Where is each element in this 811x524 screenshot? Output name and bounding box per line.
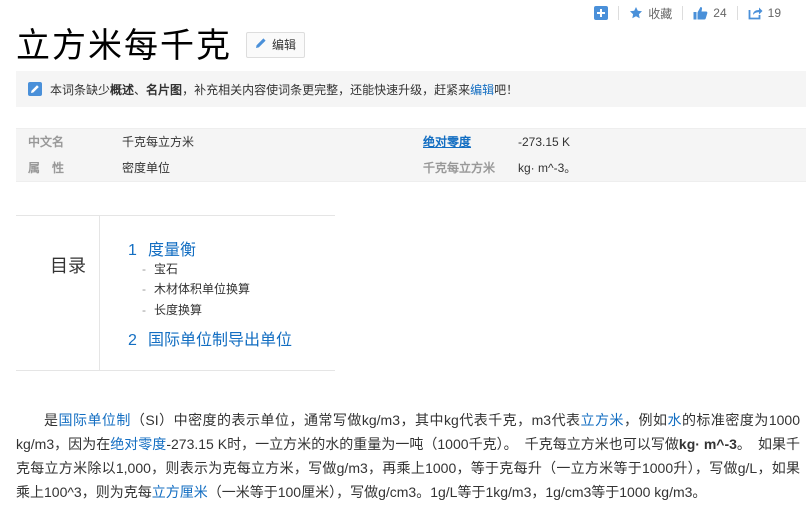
info-key: 属 性 <box>28 161 65 175</box>
toc-subsection[interactable]: - 长度换算 <box>142 301 202 318</box>
top-action-bar: 收藏 24 19 <box>594 4 781 22</box>
intro-paragraph: 是国际单位制（SI）中密度的表示单位，通常写做kg/m3，其中kg代表千克，m3… <box>16 408 800 504</box>
edit-button[interactable]: 编辑 <box>246 31 306 58</box>
toc-subsection-label: 宝石 <box>154 262 179 276</box>
toc-section-number: 2 <box>128 332 137 349</box>
favorite-label: 收藏 <box>648 6 673 21</box>
add-button[interactable] <box>594 6 609 20</box>
notice-prefix: 本词条缺少 <box>50 82 111 97</box>
notice-missing-item: 概述 <box>110 82 135 97</box>
info-value: kg· m^-3。 <box>518 161 577 175</box>
info-key: 千克每立方米 <box>423 161 496 175</box>
incomplete-entry-notice: 本词条缺少 概述、名片图 ，补充相关内容使词条更完整，还能快速升级，赶紧来 编辑 吧！ <box>16 71 806 107</box>
divider <box>736 6 738 20</box>
notice-suffix: 吧！ <box>494 82 519 97</box>
link-water[interactable]: 水 <box>667 412 681 428</box>
toc-section-number: 1 <box>128 242 137 259</box>
info-key: 中文名 <box>28 135 65 149</box>
divider <box>618 6 620 20</box>
notice-edit-link[interactable]: 编辑 <box>470 81 494 98</box>
toc-subsection[interactable]: - 木材体积单位换算 <box>142 280 250 297</box>
text-segment: 是 <box>44 412 59 428</box>
unit-symbol: kg· m^-3 <box>678 436 737 452</box>
text-segment: （SI）中密度的表示单位，通常写做kg/m3，其中kg代表千克，m3代表 <box>130 412 581 428</box>
link-si[interactable]: 国际单位制 <box>58 412 130 428</box>
share-button[interactable]: 19 <box>748 6 781 20</box>
toc-dash: - <box>142 262 146 276</box>
like-count: 24 <box>713 6 727 20</box>
toc-subsection-label: 长度换算 <box>154 303 203 317</box>
toc-subsection-label: 木材体积单位换算 <box>154 282 251 296</box>
edit-button-label: 编辑 <box>272 38 297 52</box>
link-cubic-centimeter[interactable]: 立方厘米 <box>152 484 208 500</box>
pencil-icon <box>255 37 267 52</box>
link-cubic-meter[interactable]: 立方米 <box>581 412 624 428</box>
toc-subsection[interactable]: - 宝石 <box>142 260 178 277</box>
info-key-link[interactable]: 绝对零度 <box>423 129 471 155</box>
share-count: 19 <box>767 6 781 20</box>
thumbs-up-icon <box>693 6 708 20</box>
toc-title: 目录 <box>50 256 86 276</box>
like-button[interactable]: 24 <box>693 6 727 20</box>
favorite-button[interactable]: 收藏 <box>629 5 672 22</box>
notice-middle: ，补充相关内容使词条更完整，还能快速升级，赶紧来 <box>182 82 471 97</box>
text-segment: -273.15 K时，一立方米的水的重量为一吨（1000千克）。 千克每立方米也… <box>166 436 679 452</box>
edit-note-icon <box>28 82 42 96</box>
page-title: 立方米每千克 <box>16 26 232 66</box>
info-value: -273.15 K <box>518 135 571 149</box>
toc-section-1[interactable]: 1 度量衡 <box>128 236 196 260</box>
toc-dash: - <box>142 303 146 317</box>
table-of-contents: 目录 1 度量衡 - 宝石 - 木材体积单位换算 - 长度换算 2 国际单位制导出单位 <box>16 215 335 371</box>
toc-section-label: 国际单位制导出单位 <box>148 332 293 349</box>
toc-title-column: 目录 <box>16 216 100 370</box>
notice-separator: 、 <box>134 82 147 97</box>
plus-icon <box>594 6 609 20</box>
toc-section-label: 度量衡 <box>148 242 197 259</box>
page: 收藏 24 19 立方米每千克 编辑 本词条缺少 概述 、 名片图 ，补充相关内… <box>0 0 811 524</box>
title-row: 立方米每千克 编辑 <box>16 18 306 67</box>
info-value: 密度单位 <box>122 161 171 175</box>
text-segment: （一米等于100厘米），写做g/cm3。1g/L等于1kg/m3，1g/cm3等… <box>207 484 707 500</box>
divider <box>682 6 684 20</box>
notice-missing-item: 名片图 <box>146 82 183 97</box>
text-segment: ，例如 <box>624 412 668 428</box>
link-absolute-zero[interactable]: 绝对零度 <box>110 436 166 452</box>
info-value: 千克每立方米 <box>122 135 195 149</box>
share-icon <box>748 6 763 20</box>
toc-section-2[interactable]: 2 国际单位制导出单位 <box>128 326 292 350</box>
toc-dash: - <box>142 282 146 296</box>
star-icon <box>629 6 643 20</box>
basic-info-box: 中文名 千克每立方米 绝对零度 -273.15 K 属 性 密度单位 千克每立方… <box>16 128 806 182</box>
